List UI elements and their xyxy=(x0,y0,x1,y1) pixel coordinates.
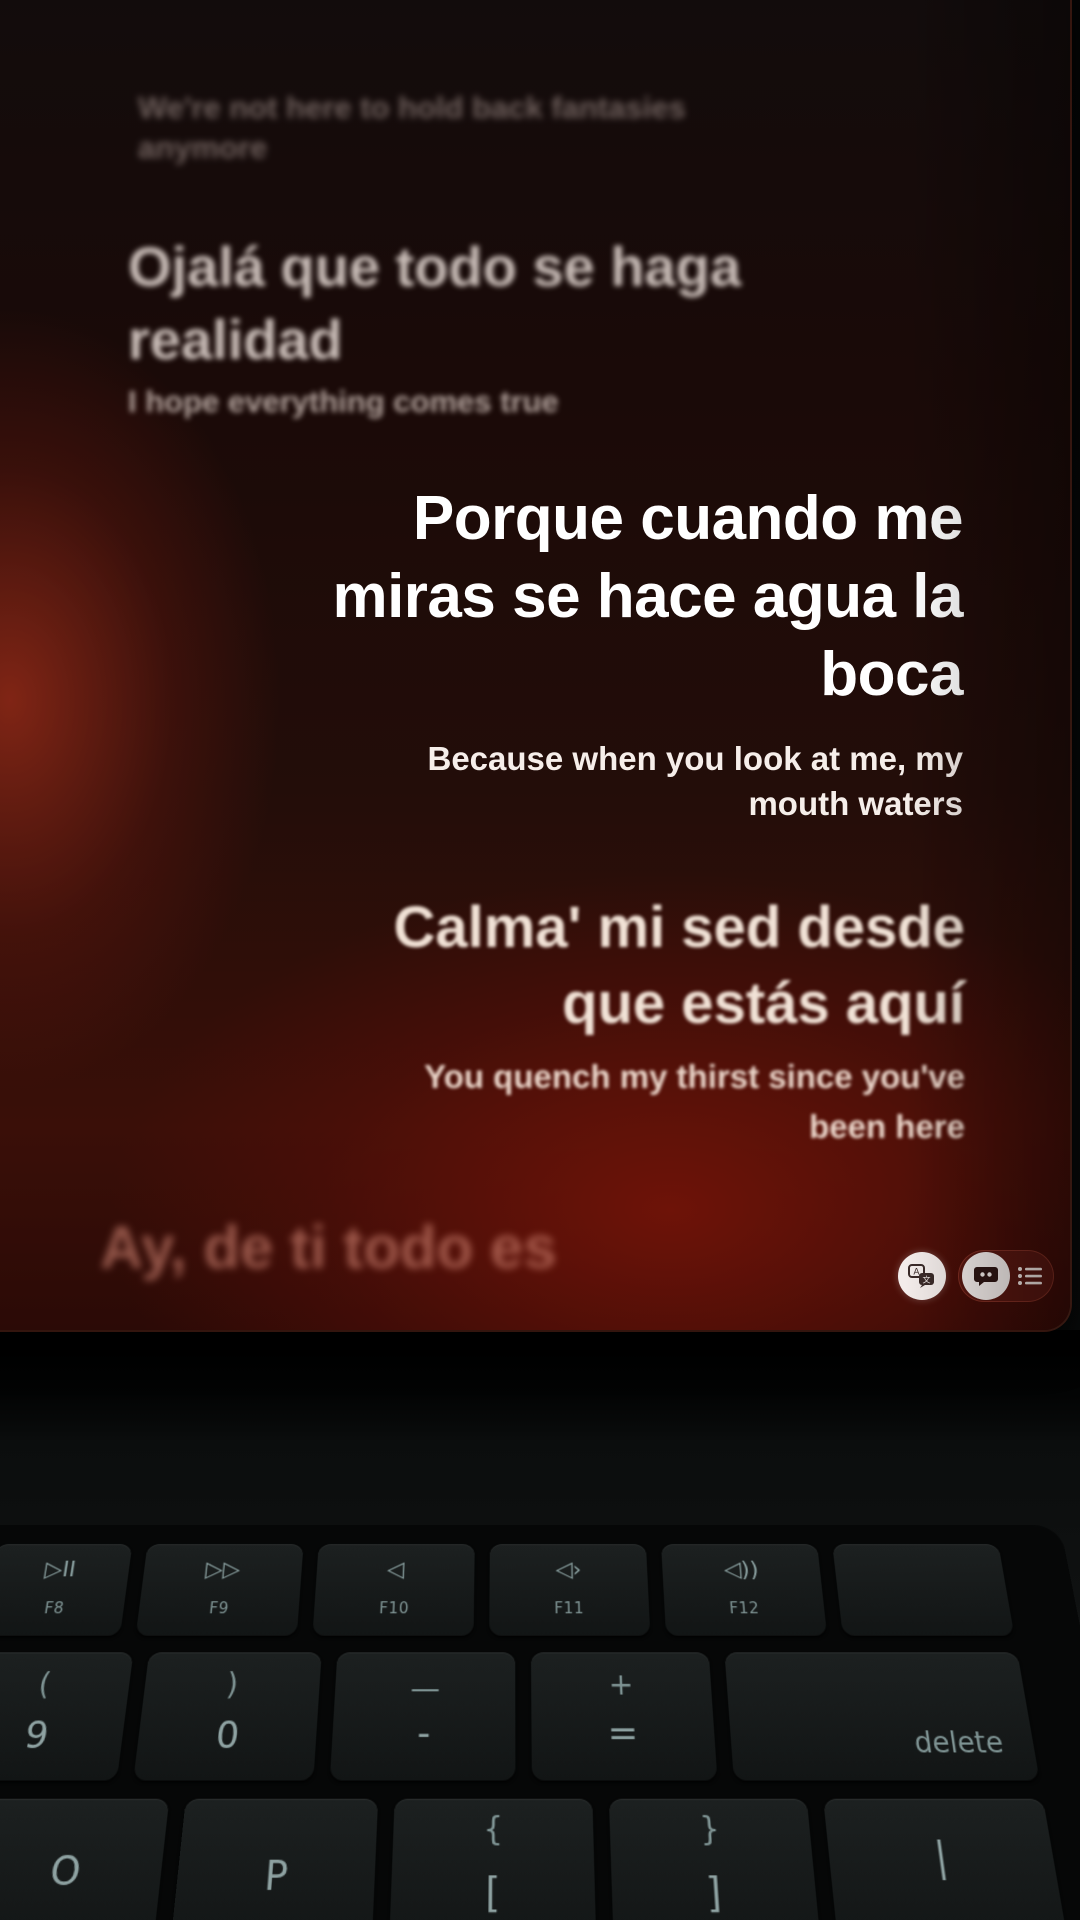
lyric-translation-part: been here xyxy=(270,1102,965,1152)
key-equals[interactable]: + = xyxy=(531,1652,718,1780)
lyric-text: Ay, de ti todo es xyxy=(100,1210,800,1286)
key-9[interactable]: ( 9 xyxy=(0,1652,133,1780)
laptop-screen: We're not here to hold back fantasies an… xyxy=(0,0,1070,1330)
list-icon xyxy=(1017,1265,1043,1287)
photo-of-laptop: ▷II F8 ▷▷ F9 ◁ F10 ◁› F11 ◁)) F12 ( 9 ) … xyxy=(0,0,1080,1920)
key-shift-symbol: + xyxy=(531,1667,712,1702)
key-shift-symbol: } xyxy=(609,1810,811,1849)
lyrics-quote-icon xyxy=(973,1264,999,1288)
lyric-translation-part: Because when you look at me, my xyxy=(270,736,963,781)
key-f9[interactable]: ▷▷ F9 xyxy=(136,1544,304,1636)
key-minus[interactable]: — - xyxy=(330,1652,516,1780)
lyric-line-past[interactable]: We're not here to hold back fantasies an… xyxy=(138,88,698,168)
key-shift-symbol: { xyxy=(393,1810,594,1849)
lyric-translation: We're not here to hold back fantasies an… xyxy=(138,88,698,168)
key-left-bracket[interactable]: { [ xyxy=(389,1799,597,1920)
key-symbol: [ xyxy=(390,1869,596,1918)
lyric-translation: I hope everything comes true xyxy=(128,380,748,424)
lyric-text-part: boca xyxy=(270,636,963,714)
key-symbol: = xyxy=(531,1712,715,1756)
translate-icon: A 文 xyxy=(907,1263,937,1289)
key-touch-id[interactable] xyxy=(832,1544,1014,1636)
lyric-translation-part: You quench my thirst since you've xyxy=(270,1052,965,1102)
key-label: F12 xyxy=(664,1599,825,1617)
key-shift-symbol: — xyxy=(334,1671,515,1706)
key-shift-symbol: ) xyxy=(143,1667,321,1702)
key-label: delete xyxy=(912,1727,1005,1760)
lyrics-button[interactable] xyxy=(962,1252,1010,1300)
key-p[interactable]: P xyxy=(169,1799,378,1920)
lyric-text-part: Porque cuando me xyxy=(270,480,963,558)
key-symbol: 9 xyxy=(0,1714,125,1758)
key-label: F8 xyxy=(0,1599,125,1617)
volume-down-icon: ◁› xyxy=(490,1558,648,1583)
key-f11[interactable]: ◁› F11 xyxy=(489,1544,650,1636)
key-label: F11 xyxy=(489,1599,649,1617)
key-right-bracket[interactable]: } ] xyxy=(609,1799,822,1920)
mute-icon: ◁ xyxy=(316,1558,475,1583)
key-delete[interactable]: delete xyxy=(724,1652,1039,1780)
keyboard: ▷II F8 ▷▷ F9 ◁ F10 ◁› F11 ◁)) F12 ( 9 ) … xyxy=(0,1525,1080,1920)
play-pause-icon: ▷II xyxy=(0,1558,131,1583)
lyric-translation-part: mouth waters xyxy=(270,781,963,826)
key-symbol: ] xyxy=(611,1869,818,1918)
key-shift-symbol: ( xyxy=(0,1667,132,1702)
laptop-hinge xyxy=(0,1330,1080,1440)
lyric-line-past[interactable]: Ojalá que todo se haga realidad I hope e… xyxy=(128,230,748,424)
key-symbol: - xyxy=(331,1712,515,1756)
lyric-text-part: Calma' mi sed desde xyxy=(270,890,965,966)
lyric-text-part: que estás aquí xyxy=(270,966,965,1042)
volume-up-icon: ◁)) xyxy=(662,1558,822,1583)
lyric-line-next[interactable]: Calma' mi sed desde que estás aquí You q… xyxy=(270,890,965,1152)
translate-button[interactable]: A 文 xyxy=(898,1252,946,1300)
key-f12[interactable]: ◁)) F12 xyxy=(661,1544,827,1636)
lyric-line-current[interactable]: Porque cuando me miras se hace agua la b… xyxy=(270,480,963,826)
key-symbol: | xyxy=(827,1834,1058,1882)
key-symbol: 0 xyxy=(136,1714,318,1758)
key-label: F10 xyxy=(314,1599,474,1617)
key-backslash[interactable]: | xyxy=(823,1799,1070,1920)
key-o[interactable]: O xyxy=(0,1799,169,1920)
key-0[interactable]: ) 0 xyxy=(133,1652,322,1780)
key-f8[interactable]: ▷II F8 xyxy=(0,1544,132,1636)
key-symbol: O xyxy=(0,1848,164,1896)
key-symbol: P xyxy=(175,1853,376,1901)
fast-forward-icon: ▷▷ xyxy=(143,1558,303,1583)
svg-text:文: 文 xyxy=(923,1275,931,1285)
queue-button[interactable] xyxy=(1006,1252,1054,1300)
lyric-line-upcoming[interactable]: Ay, de ti todo es xyxy=(100,1210,800,1286)
lyric-text-part: miras se hace agua la xyxy=(270,558,963,636)
key-f10[interactable]: ◁ F10 xyxy=(312,1544,474,1636)
lyric-text: Ojalá que todo se haga realidad xyxy=(128,230,748,376)
key-label: F9 xyxy=(138,1599,300,1617)
